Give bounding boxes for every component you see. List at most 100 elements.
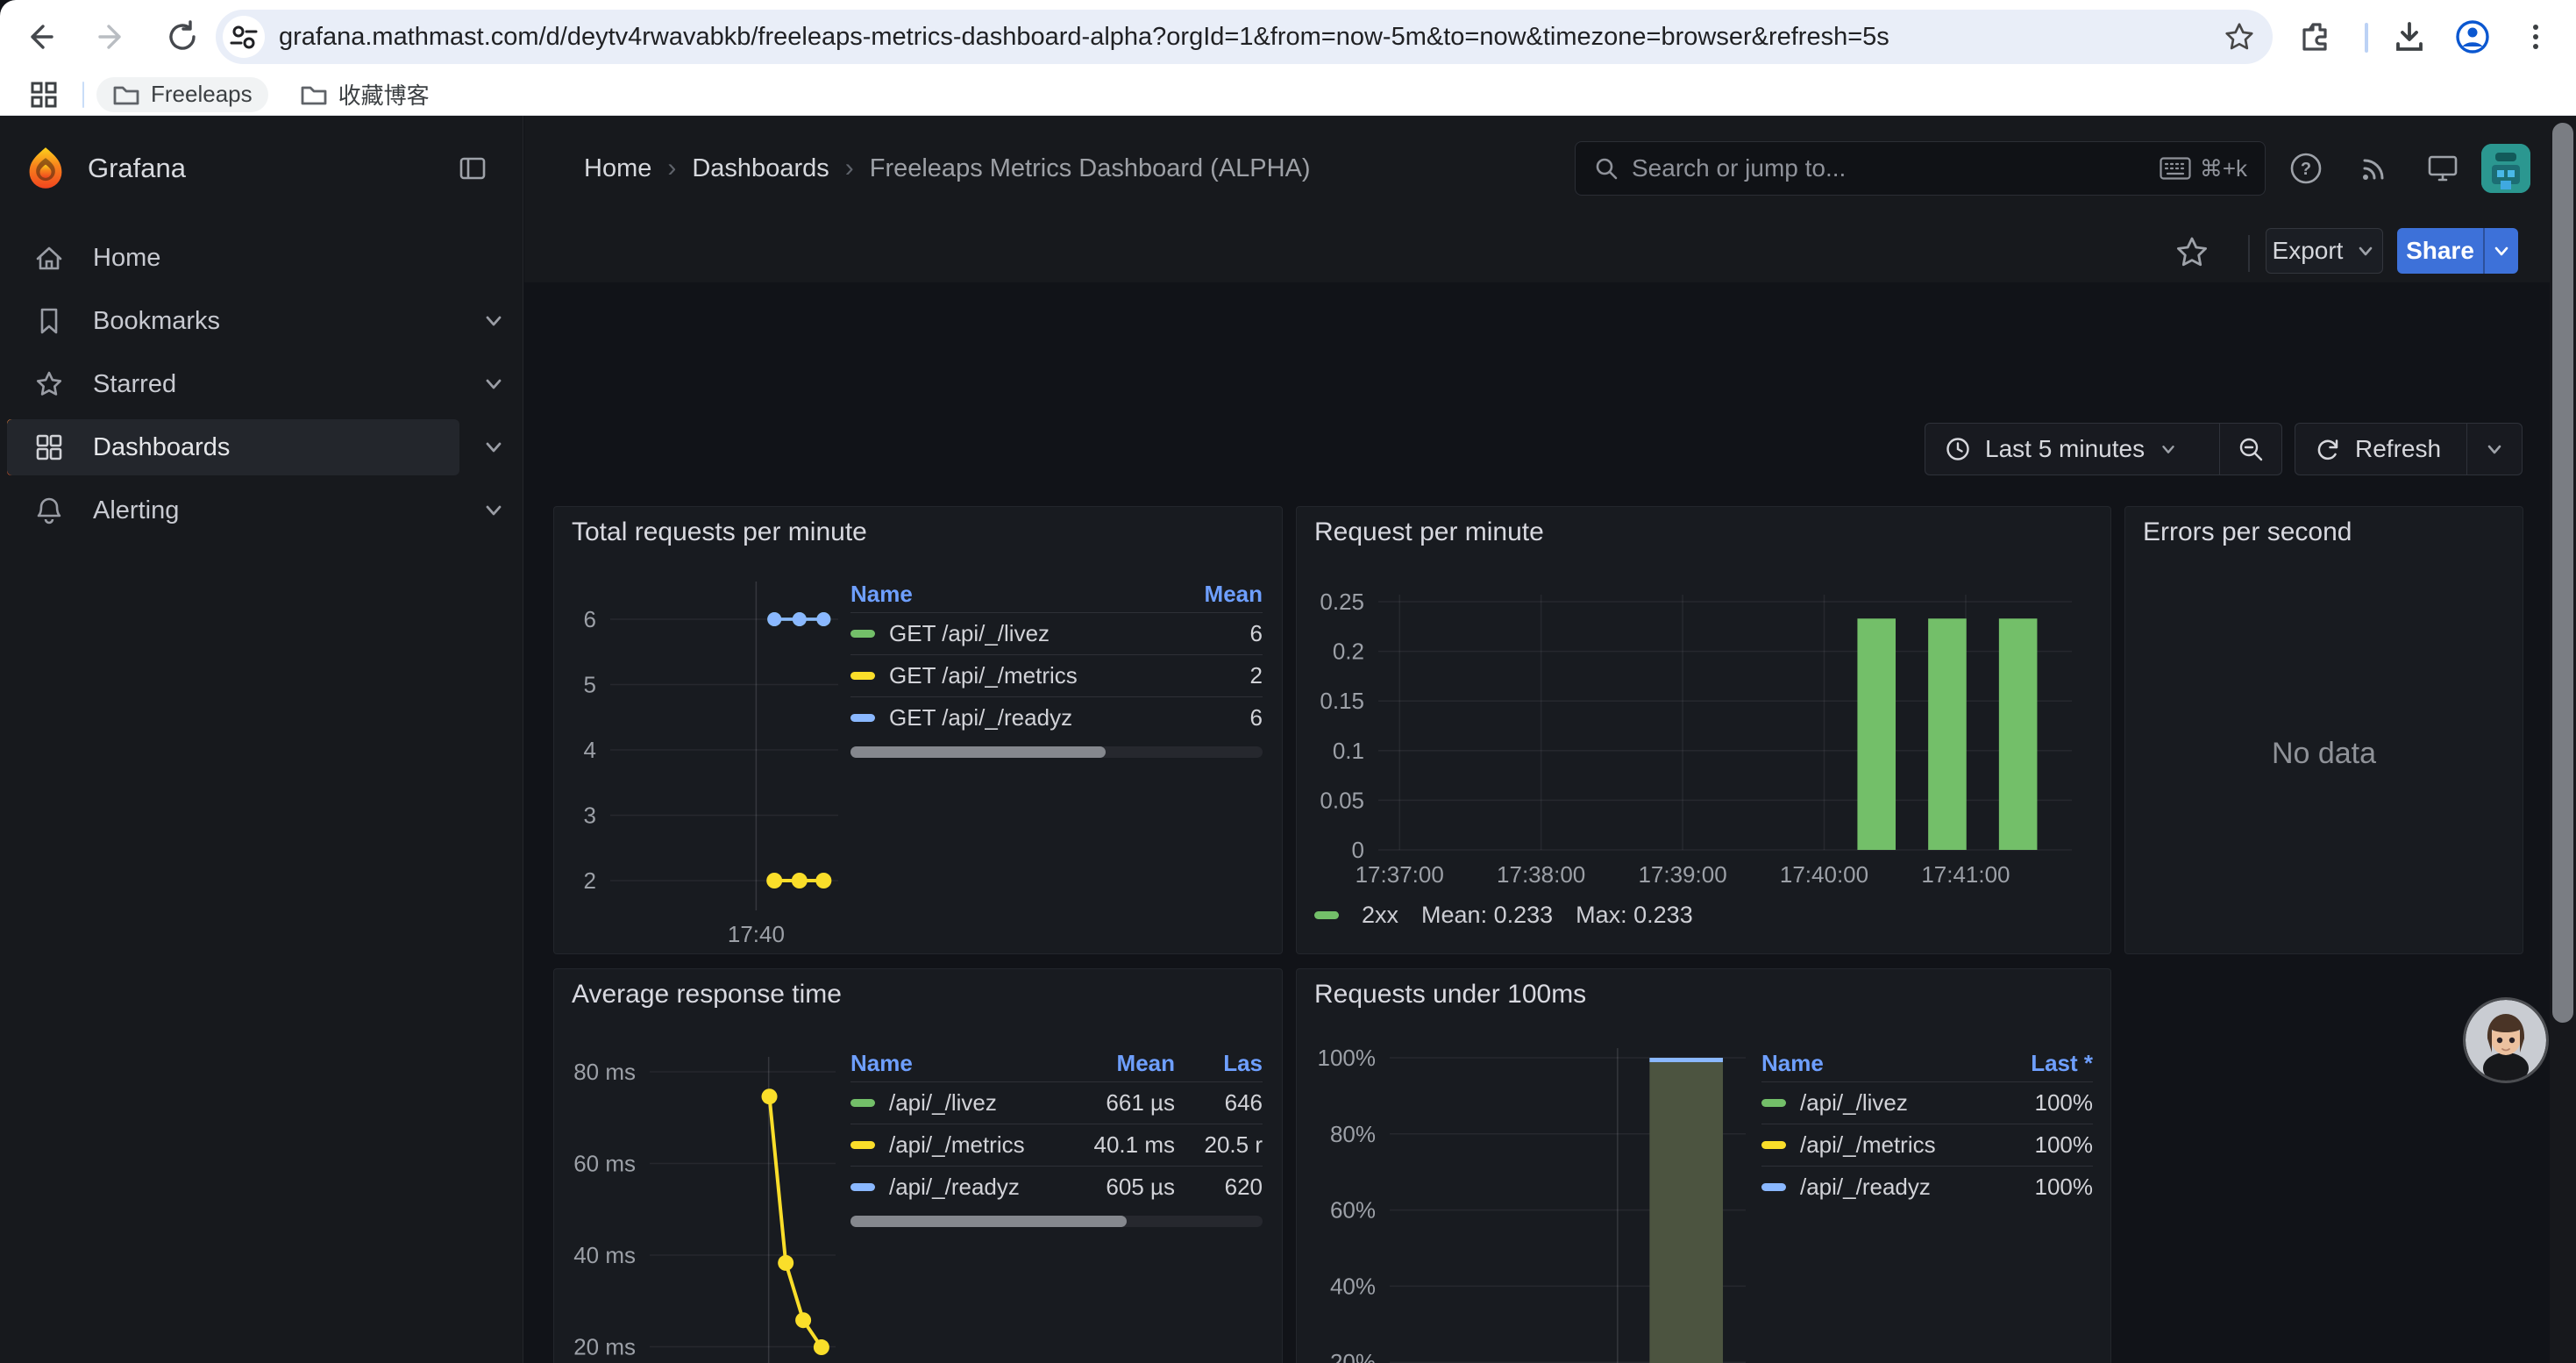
share-button[interactable]: Share bbox=[2397, 228, 2483, 274]
legend-series-name[interactable]: /api/_/metrics bbox=[889, 1131, 1025, 1159]
time-range-picker[interactable]: Last 5 minutes bbox=[1925, 424, 2219, 475]
refresh-interval-button[interactable] bbox=[2467, 424, 2522, 475]
bar[interactable] bbox=[1928, 618, 1967, 850]
scrollbar-thumb[interactable] bbox=[850, 1216, 1127, 1227]
bookmark-icon bbox=[33, 305, 65, 337]
refresh-icon bbox=[2315, 436, 2341, 462]
chevron-down-icon[interactable] bbox=[480, 371, 507, 397]
downloads-button[interactable] bbox=[2388, 16, 2430, 58]
sidebar-collapse-button[interactable] bbox=[457, 153, 488, 184]
scrollbar-thumb[interactable] bbox=[850, 746, 1106, 758]
search-input[interactable]: Search or jump to... ⌘+k bbox=[1575, 141, 2266, 196]
monitor-icon[interactable] bbox=[2425, 151, 2460, 186]
y-axis-tick: 3 bbox=[584, 803, 596, 829]
legend-column-header[interactable]: Name bbox=[1761, 1050, 1988, 1077]
sidebar-item-alerting[interactable]: Alerting bbox=[7, 482, 459, 539]
chevron-down-icon[interactable] bbox=[480, 308, 507, 334]
legend-header: NameMean bbox=[850, 575, 1263, 612]
keyboard-icon bbox=[2160, 157, 2191, 180]
legend-series-name[interactable]: /api/_/readyz bbox=[889, 1174, 1020, 1201]
refresh-button[interactable]: Refresh bbox=[2295, 424, 2466, 475]
bookmark-page-button[interactable] bbox=[2218, 16, 2260, 58]
legend-row[interactable]: /api/_/livez100% bbox=[1761, 1081, 2093, 1124]
forward-arrow-icon bbox=[95, 19, 130, 54]
legend-column-header[interactable]: Name bbox=[850, 1050, 1052, 1077]
extensions-button[interactable] bbox=[2295, 16, 2338, 58]
panel-title[interactable]: Errors per second bbox=[2143, 517, 2352, 547]
breadcrumb-home[interactable]: Home bbox=[584, 154, 651, 183]
sidebar-item-label: Bookmarks bbox=[93, 307, 220, 336]
legend-series-name[interactable]: /api/_/livez bbox=[1800, 1089, 1908, 1117]
bookmark-folder-blogs[interactable]: 收藏博客 bbox=[284, 77, 445, 112]
legend-row[interactable]: /api/_/metrics40.1 ms20.5 r bbox=[850, 1124, 1263, 1166]
share-split-button: Share bbox=[2397, 228, 2518, 274]
chevron-down-icon[interactable] bbox=[480, 434, 507, 460]
puzzle-icon bbox=[2299, 19, 2334, 54]
data-point bbox=[814, 1339, 829, 1355]
legend-value: 661 µs bbox=[1052, 1089, 1175, 1117]
sidebar-item-starred[interactable]: Starred bbox=[7, 356, 459, 412]
request-per-minute-chart[interactable]: 00.050.10.150.20.2517:37:0017:38:0017:39… bbox=[1297, 507, 2110, 953]
bar[interactable] bbox=[1999, 618, 2038, 850]
legend-column-header[interactable]: Mean bbox=[1052, 1050, 1175, 1077]
legend-row[interactable]: GET /api/_/metrics2 bbox=[850, 654, 1263, 696]
panel-requests-under-100ms: Requests under 100ms 0%20%40%60%80%100%1… bbox=[1296, 968, 2111, 1363]
site-settings-button[interactable] bbox=[223, 16, 265, 58]
legend-row[interactable]: /api/_/livez661 µs646 bbox=[850, 1081, 1263, 1124]
scrollbar-thumb[interactable] bbox=[2552, 123, 2573, 1023]
news-rss-icon[interactable] bbox=[2357, 151, 2392, 186]
legend-row[interactable]: /api/_/metrics100% bbox=[1761, 1124, 2093, 1166]
share-menu-button[interactable] bbox=[2483, 228, 2518, 274]
breadcrumb-dashboards[interactable]: Dashboards bbox=[692, 154, 829, 183]
user-avatar[interactable] bbox=[2481, 144, 2530, 193]
search-icon bbox=[1593, 155, 1619, 182]
legend-column-header[interactable]: Last * bbox=[1988, 1050, 2093, 1077]
legend-series-name[interactable]: GET /api/_/livez bbox=[889, 620, 1050, 647]
legend-series-name[interactable]: /api/_/livez bbox=[889, 1089, 997, 1117]
bookmark-folder-freeleaps[interactable]: Freeleaps bbox=[96, 77, 268, 112]
bar[interactable] bbox=[1857, 618, 1896, 850]
grafana-app: Grafana Home Bookmarks Starred bbox=[0, 116, 2576, 1363]
legend-row[interactable]: 2xx Mean: 0.233 Max: 0.233 bbox=[1314, 902, 1693, 929]
sidebar-item-bookmarks[interactable]: Bookmarks bbox=[7, 293, 459, 349]
legend-series-name[interactable]: /api/_/metrics bbox=[1800, 1131, 1936, 1159]
legend-column-header[interactable]: Las bbox=[1175, 1050, 1263, 1077]
legend-horizontal-scrollbar[interactable] bbox=[850, 746, 1263, 758]
sidebar-item-dashboards[interactable]: Dashboards bbox=[7, 419, 459, 475]
bar[interactable] bbox=[1649, 1058, 1723, 1363]
legend-row[interactable]: GET /api/_/livez6 bbox=[850, 612, 1263, 654]
chevron-down-icon[interactable] bbox=[480, 497, 507, 524]
profile-button[interactable] bbox=[2451, 16, 2494, 58]
sidebar-item-home[interactable]: Home bbox=[7, 230, 459, 286]
export-button[interactable]: Export bbox=[2266, 228, 2383, 274]
y-axis-tick: 6 bbox=[584, 606, 596, 632]
legend-row[interactable]: /api/_/readyz605 µs620 bbox=[850, 1166, 1263, 1208]
zoom-out-button[interactable] bbox=[2220, 424, 2281, 475]
y-axis-tick: 0.05 bbox=[1320, 787, 1364, 813]
back-button[interactable] bbox=[18, 16, 60, 58]
url-bar[interactable]: grafana.mathmast.com/d/deytv4rwavabkb/fr… bbox=[216, 10, 2273, 64]
browser-toolbar: grafana.mathmast.com/d/deytv4rwavabkb/fr… bbox=[0, 0, 2576, 74]
favorite-dashboard-star-icon[interactable] bbox=[2173, 233, 2211, 272]
url-text[interactable]: grafana.mathmast.com/d/deytv4rwavabkb/fr… bbox=[279, 23, 2218, 52]
legend-row[interactable]: /api/_/readyz100% bbox=[1761, 1166, 2093, 1208]
apps-button[interactable] bbox=[23, 74, 65, 116]
forward-button[interactable] bbox=[91, 16, 133, 58]
legend-series-name[interactable]: /api/_/readyz bbox=[1800, 1174, 1931, 1201]
legend-horizontal-scrollbar[interactable] bbox=[850, 1216, 1263, 1227]
series-name[interactable]: 2xx bbox=[1362, 902, 1398, 929]
assistant-avatar[interactable] bbox=[2466, 1000, 2546, 1081]
help-icon[interactable]: ? bbox=[2288, 151, 2323, 186]
legend-table: NameLast */api/_/livez100%/api/_/metrics… bbox=[1761, 1045, 2093, 1208]
reload-button[interactable] bbox=[161, 16, 203, 58]
chevron-right-icon: › bbox=[845, 153, 854, 183]
page-scrollbar[interactable] bbox=[2550, 116, 2576, 1363]
legend-series-name[interactable]: GET /api/_/readyz bbox=[889, 704, 1072, 731]
legend-row[interactable]: GET /api/_/readyz6 bbox=[850, 696, 1263, 739]
legend-column-header[interactable]: Mean bbox=[1157, 581, 1263, 608]
browser-menu-button[interactable] bbox=[2515, 16, 2557, 58]
legend-series-name[interactable]: GET /api/_/metrics bbox=[889, 662, 1078, 689]
series-color-dash bbox=[850, 1141, 875, 1149]
bar-top-cap bbox=[1649, 1058, 1723, 1062]
legend-column-header[interactable]: Name bbox=[850, 581, 1157, 608]
